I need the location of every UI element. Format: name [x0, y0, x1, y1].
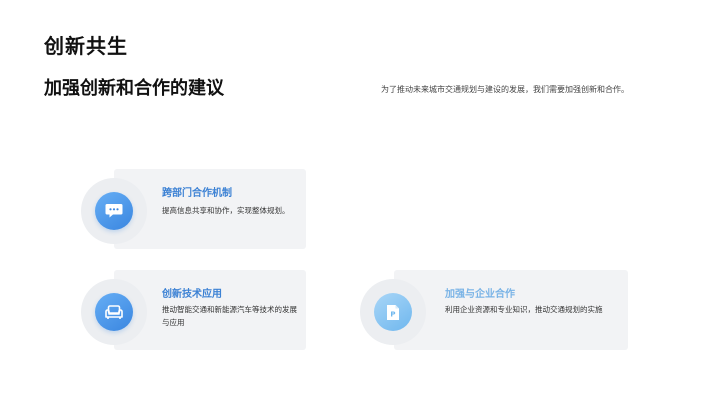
card-title: 创新技术应用: [162, 289, 222, 300]
card-title: 加强与企业合作: [445, 289, 515, 300]
card-title: 跨部门合作机制: [162, 188, 232, 199]
svg-text:P: P: [390, 310, 395, 318]
sofa-icon: [95, 293, 133, 331]
slide-subtitle: 加强创新和合作的建议: [44, 78, 224, 99]
icon-ring: [81, 178, 147, 244]
chat-bubble-icon: [95, 192, 133, 230]
slide-title: 创新共生: [44, 34, 128, 58]
card-text: 推动智能交通和新能源汽车等技术的发展与应用: [162, 305, 297, 327]
icon-ring: [81, 279, 147, 345]
document-p-icon: P: [374, 293, 412, 331]
icon-ring: P: [360, 279, 426, 345]
card-text: 提高信息共享和协作，实现整体规划。: [162, 206, 290, 215]
card-text: 利用企业资源和专业知识，推动交通规划的实施: [445, 305, 603, 314]
slide-description: 为了推动未来城市交通规划与建设的发展，我们需要加强创新和合作。: [381, 85, 629, 94]
